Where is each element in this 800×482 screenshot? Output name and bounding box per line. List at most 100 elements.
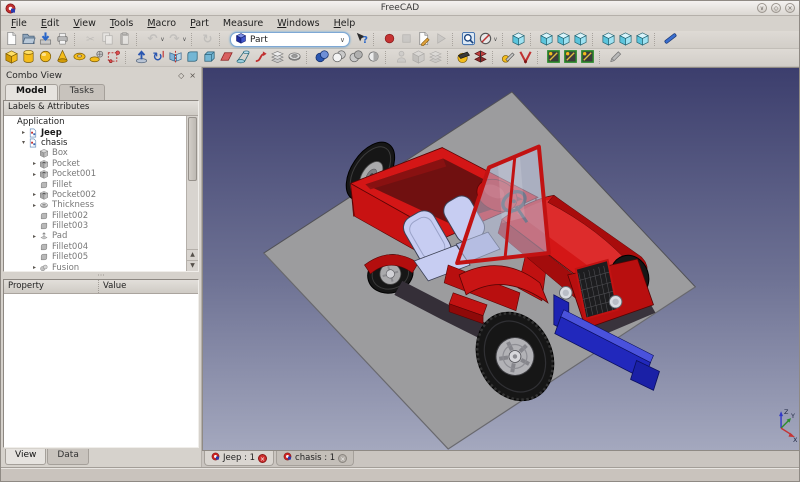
macro-play-button[interactable] [432,32,449,48]
part-cone-button[interactable] [54,50,71,66]
boolean-union-button[interactable] [348,50,365,66]
scrollbar-thumb[interactable] [188,117,197,181]
tree-item-fillet005[interactable]: Fillet005 [4,252,186,262]
revolve-button[interactable]: ↻ [150,50,167,66]
menu-measure[interactable]: Measure [217,17,269,30]
chamfer-button[interactable] [201,50,218,66]
boolean-cut-button[interactable] [331,50,348,66]
undo-button[interactable]: ↶ [144,32,161,48]
redo-button[interactable]: ↷ [166,32,183,48]
open-file-button[interactable] [20,32,37,48]
menu-help[interactable]: Help [328,17,362,30]
close-icon[interactable]: × [258,454,267,463]
tree-item-fillet002[interactable]: Fillet002 [4,211,186,221]
cut-button[interactable]: ✂ [82,32,99,48]
macro-record-button[interactable] [381,32,398,48]
part-sphere-button[interactable] [37,50,54,66]
view-front-button[interactable] [538,32,555,48]
menu-view[interactable]: View [67,17,102,30]
part-cylinder-button[interactable] [20,50,37,66]
property-column-header[interactable]: Property [4,280,99,293]
fit-all-button[interactable] [460,32,477,48]
menu-macro[interactable]: Macro [141,17,182,30]
menu-part[interactable]: Part [184,17,215,30]
tree-scrollbar[interactable]: ▲ ▼ [186,116,198,271]
close-button[interactable]: × [785,3,795,13]
tree-expand-icon[interactable]: ▸ [30,171,39,178]
view-rear-button[interactable] [600,32,617,48]
measure-distance-button[interactable] [662,32,679,48]
tab-model[interactable]: Model [5,84,58,100]
tree-item-thickness[interactable]: ▸Thickness [4,200,186,210]
sweep-button[interactable] [252,50,269,66]
draw-style-dropdown-icon[interactable]: ∨ [492,36,499,43]
whats-this-button[interactable]: ? [353,32,370,48]
tree-item-pocket001[interactable]: ▸Pocket001 [4,169,186,179]
measure-angular-button[interactable] [517,50,534,66]
boolean-common-button[interactable] [365,50,382,66]
paste-button[interactable] [116,32,133,48]
cross-sections-button[interactable] [472,50,489,66]
titlebar[interactable]: FreeCAD ∨◇× [1,1,799,16]
loft-button[interactable] [235,50,252,66]
tree-item-fillet[interactable]: Fillet [4,179,186,189]
workbench-selector[interactable]: Part∨ [230,32,350,47]
check-geometry-button[interactable] [393,50,410,66]
menu-file[interactable]: File [5,17,33,30]
minimize-button[interactable]: ∨ [757,3,767,13]
scroll-down-icon[interactable]: ▼ [187,260,198,271]
tab-view[interactable]: View [5,449,46,465]
menu-windows[interactable]: Windows [271,17,325,30]
macro-stop-button[interactable] [398,32,415,48]
tree-expand-icon[interactable]: ▸ [30,233,39,240]
view-bottom-button[interactable] [617,32,634,48]
offset-button[interactable] [269,50,286,66]
shape-builder-button[interactable] [105,50,122,66]
tree-collapse-icon[interactable]: ▾ [19,139,28,146]
boolean-button[interactable] [314,50,331,66]
tree-expand-icon[interactable]: ▸ [19,129,28,136]
measure-linear-button[interactable] [500,50,517,66]
panel-float-icon[interactable]: ◇ [178,71,184,80]
sketch-pencil-button[interactable] [607,50,624,66]
scroll-up-icon[interactable]: ▲ [187,249,198,260]
view-right-button[interactable] [572,32,589,48]
close-icon[interactable]: × [338,454,347,463]
tree-expand-icon[interactable]: ▸ [30,264,39,271]
toggle-measure-3d-button[interactable] [562,50,579,66]
tree-item-box[interactable]: Box [4,148,186,158]
tree-column-header[interactable]: Labels & Attributes [4,101,198,116]
new-file-button[interactable] [3,32,20,48]
tree-item-jeep[interactable]: ▸Jeep [4,127,186,137]
tree-item-pocket[interactable]: ▸Pocket [4,159,186,169]
view-top-button[interactable] [555,32,572,48]
tree-item-chasis[interactable]: ▾chasis [4,138,186,148]
tree-expand-icon[interactable]: ▸ [30,202,39,209]
tree-item-pad[interactable]: ▸Pad [4,231,186,241]
tab-data[interactable]: Data [47,449,89,465]
toggle-measure-delta-button[interactable] [579,50,596,66]
print-button[interactable] [54,32,71,48]
mirror-button[interactable] [167,50,184,66]
extrude-button[interactable] [133,50,150,66]
defeaturing-button[interactable] [410,50,427,66]
measure-refresh-button[interactable] [545,50,562,66]
fillet-button[interactable] [184,50,201,66]
copy-button[interactable] [99,32,116,48]
tab-tasks[interactable]: Tasks [59,84,105,100]
3d-viewport[interactable]: Z Y X [202,67,799,451]
tree-expand-icon[interactable]: ▸ [30,160,39,167]
document-tab-chasis[interactable]: chasis : 1× [276,451,354,466]
part-primitives-button[interactable] [88,50,105,66]
tree-item-fillet004[interactable]: Fillet004 [4,242,186,252]
ruled-surface-button[interactable] [218,50,235,66]
tree-expand-icon[interactable]: ▸ [30,191,39,198]
tree-item-fusion[interactable]: ▸Fusion [4,262,186,271]
document-tab-jeep[interactable]: Jeep : 1× [204,451,274,466]
menu-tools[interactable]: Tools [104,17,139,30]
view-axonometric-button[interactable] [510,32,527,48]
part-torus-button[interactable] [71,50,88,66]
macro-edit-button[interactable] [415,32,432,48]
refresh-button[interactable]: ↻ [199,32,216,48]
tree-item-pocket002[interactable]: ▸Pocket002 [4,190,186,200]
